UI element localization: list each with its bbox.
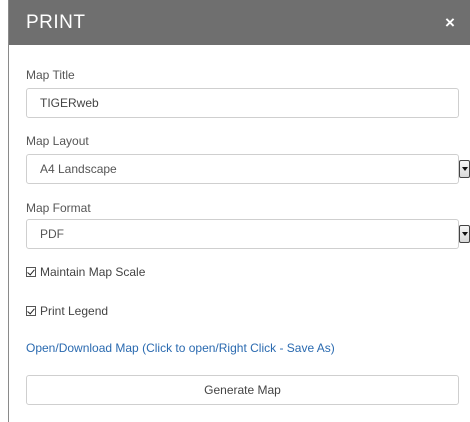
close-icon[interactable]: ×	[442, 14, 458, 31]
maintain-scale-option[interactable]: Maintain Map Scale	[26, 265, 145, 279]
map-layout-box[interactable]: A4 Landscape	[26, 154, 459, 184]
map-format-select[interactable]: PDF	[26, 219, 470, 249]
map-title-label: Map Title	[26, 68, 75, 82]
map-format-value: PDF	[40, 227, 64, 241]
map-layout-value: A4 Landscape	[40, 162, 117, 176]
print-legend-option[interactable]: Print Legend	[26, 304, 108, 318]
open-download-link[interactable]: Open/Download Map (Click to open/Right C…	[26, 341, 335, 355]
maintain-scale-label: Maintain Map Scale	[40, 265, 146, 279]
print-legend-label: Print Legend	[40, 304, 109, 318]
dialog-titlebar: PRINT ×	[9, 0, 470, 45]
map-format-box[interactable]: PDF	[26, 219, 459, 249]
dropdown-arrow-icon[interactable]	[459, 225, 470, 243]
map-format-label: Map Format	[26, 201, 91, 215]
dialog-title: PRINT	[26, 11, 86, 33]
print-dialog: PRINT × Map Title TIGERweb Map Layout A4…	[8, 0, 470, 422]
generate-map-button[interactable]: Generate Map	[26, 375, 459, 405]
map-title-input[interactable]: TIGERweb	[26, 88, 459, 118]
map-layout-select[interactable]: A4 Landscape	[26, 154, 470, 184]
map-layout-label: Map Layout	[26, 134, 89, 148]
checkbox-checked-icon[interactable]	[26, 306, 36, 316]
map-title-value: TIGERweb	[40, 96, 99, 110]
checkbox-checked-icon[interactable]	[26, 267, 36, 277]
dropdown-arrow-icon[interactable]	[459, 160, 470, 178]
